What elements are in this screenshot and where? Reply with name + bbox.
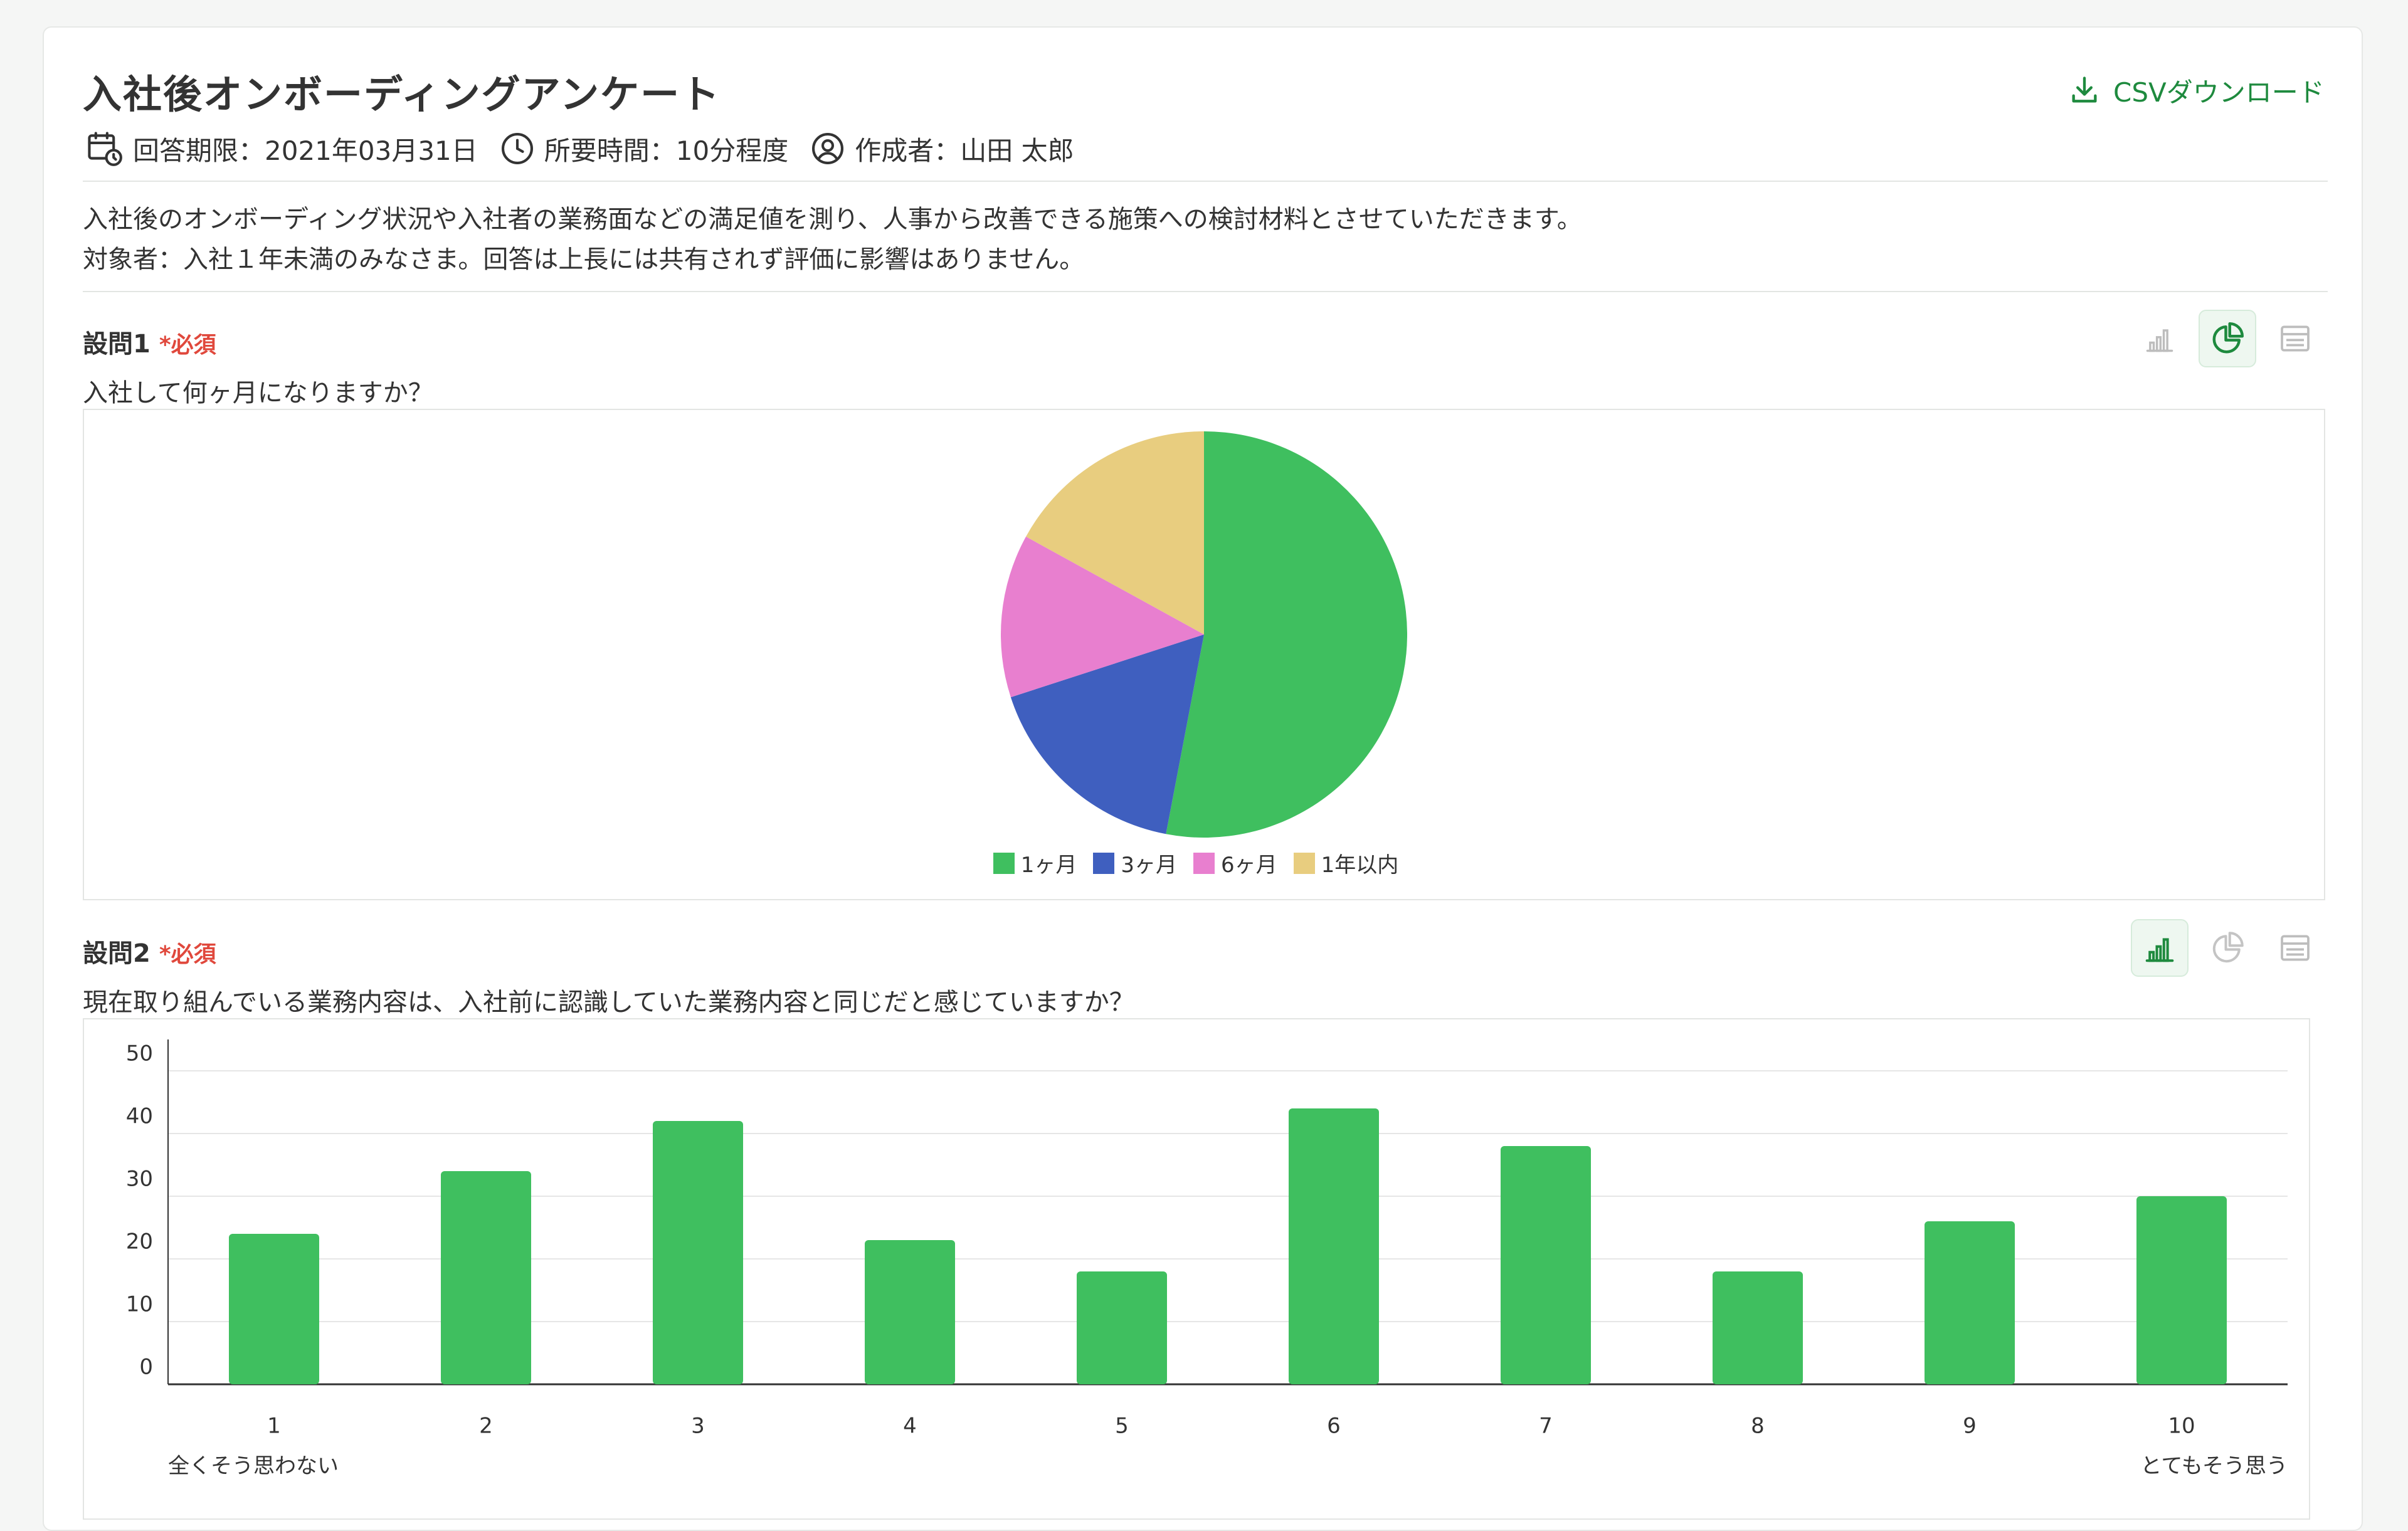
x-tick-label: 10 <box>2168 1414 2195 1439</box>
y-tick-label: 40 <box>126 1104 153 1129</box>
bar-7[interactable] <box>1501 1146 1591 1384</box>
x-tick-label: 4 <box>903 1414 917 1439</box>
bar-1[interactable] <box>229 1234 319 1384</box>
bar-9[interactable] <box>1925 1221 2015 1384</box>
x-tick-label: 6 <box>1327 1414 1341 1439</box>
bar-4[interactable] <box>865 1240 955 1384</box>
bar-3[interactable] <box>653 1121 743 1384</box>
x-tick-label: 8 <box>1751 1414 1765 1439</box>
y-tick-label: 50 <box>126 1041 153 1066</box>
y-tick-label: 30 <box>126 1167 153 1192</box>
x-tick-label: 5 <box>1115 1414 1129 1439</box>
scale-low-label: 全くそう思わない <box>168 1454 339 1479</box>
bar-5[interactable] <box>1077 1271 1167 1384</box>
bar-chart: 0 10 20 30 40 50 1 2 3 4 5 6 7 8 9 10 全くそう思わない とてもそう思う <box>126 1039 2288 1479</box>
x-tick-label: 3 <box>691 1414 705 1439</box>
x-tick-label: 9 <box>1963 1414 1977 1439</box>
y-tick-label: 0 <box>139 1355 153 1380</box>
x-tick-label: 7 <box>1539 1414 1553 1439</box>
bar-6[interactable] <box>1289 1108 1379 1384</box>
bar-8[interactable] <box>1713 1271 1803 1384</box>
y-tick-label: 20 <box>126 1229 153 1255</box>
bar-10[interactable] <box>2136 1196 2227 1384</box>
x-tick-label: 2 <box>479 1414 493 1439</box>
bar-2[interactable] <box>441 1171 531 1384</box>
scale-high-label: とてもそう思う <box>2140 1454 2288 1479</box>
x-tick-label: 1 <box>267 1414 281 1439</box>
y-tick-label: 10 <box>126 1292 153 1317</box>
